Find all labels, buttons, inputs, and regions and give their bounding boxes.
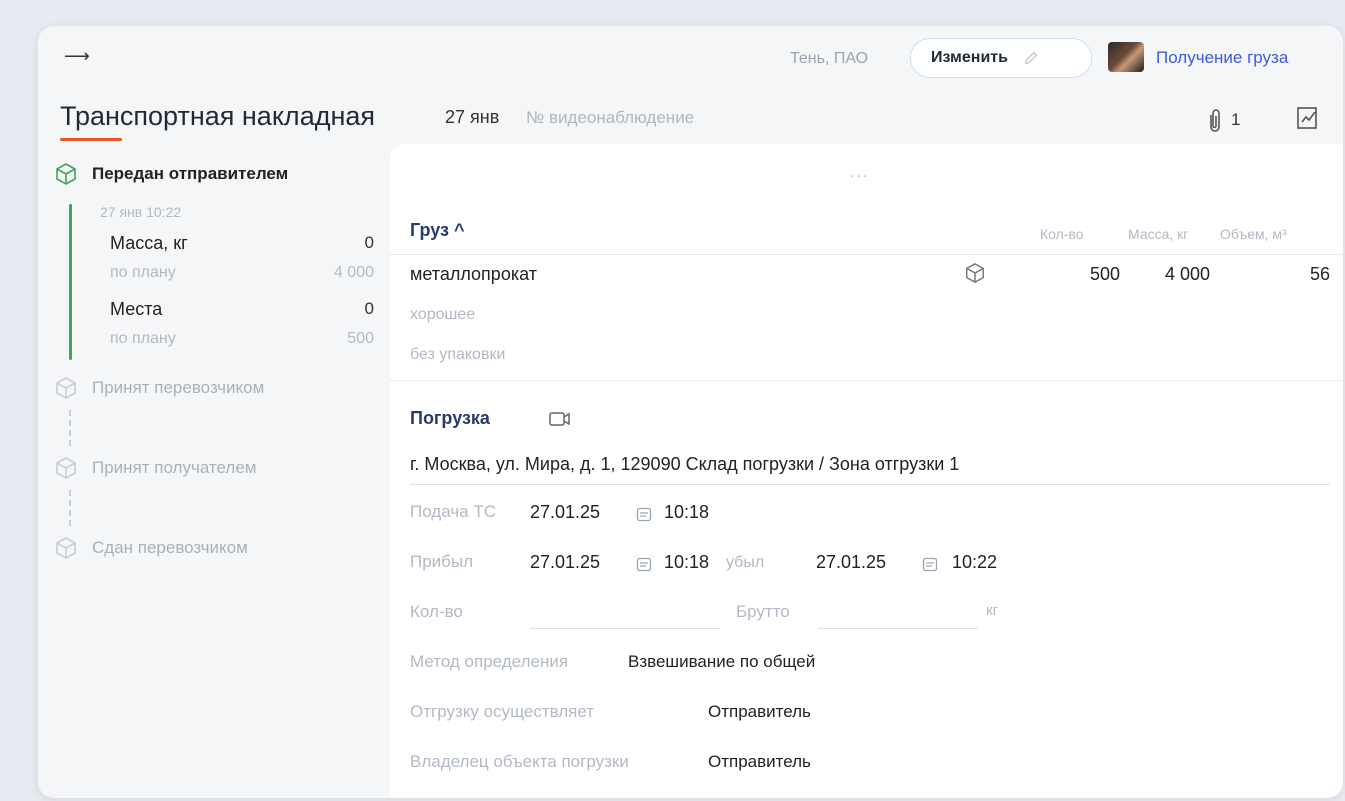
cargo-packaging: без упаковки [410, 346, 506, 363]
mass-label: Масса, кг [110, 233, 188, 253]
gross-unit: кг [986, 602, 999, 619]
receive-cargo-link[interactable]: Получение груза [1156, 48, 1288, 68]
column-header-quantity: Кол-во [1040, 226, 1084, 242]
timeline-datetime: 27 янв 10:22 [100, 204, 182, 220]
box-icon [56, 537, 76, 559]
details-panel: ... Груз ^ Кол-во Масса, кг Объем, м³ ме… [390, 144, 1343, 798]
gross-label: Брутто [736, 602, 790, 621]
places-value: 0 [364, 299, 374, 318]
calendar-icon[interactable] [636, 556, 652, 572]
column-header-mass: Масса, кг [1128, 226, 1189, 242]
timeline-step-sent[interactable]: Передан отправителем [54, 162, 288, 186]
paperclip-icon[interactable] [1206, 108, 1224, 134]
timeline-step-carrier-handed[interactable]: Сдан перевозчиком [54, 536, 248, 560]
document-number-placeholder[interactable]: № видеонаблюдение [526, 108, 694, 128]
cargo-volume: 56 [1309, 264, 1330, 284]
owner-label: Владелец объекта погрузки [410, 752, 629, 771]
user-avatar[interactable] [1108, 42, 1144, 72]
page-title: Транспортная накладная [60, 101, 376, 131]
mass-plan-label: по плану [110, 264, 176, 281]
edit-button[interactable]: Изменить [910, 38, 1092, 78]
waybill-card: ⟶ Тень, ПАО Изменить Получение груза Тра… [38, 26, 1343, 798]
divider [390, 254, 1343, 255]
pencil-icon [1024, 51, 1038, 65]
company-name: Тень, ПАО [790, 50, 869, 67]
cargo-item-name[interactable]: металлопрокат [410, 264, 537, 285]
document-date: 27 янв [445, 107, 500, 127]
shipper-label: Отгрузку осуществляет [410, 702, 595, 721]
title-underline [60, 138, 122, 141]
timeline-step-label: Принят получателем [92, 458, 257, 477]
departed-label: убыл [726, 554, 765, 571]
report-icon[interactable] [1294, 104, 1322, 132]
departed-date[interactable]: 27.01.25 [816, 552, 886, 573]
loading-section-title: Погрузка [410, 408, 490, 428]
method-value[interactable]: Взвешивание по общей [628, 652, 815, 672]
video-camera-icon[interactable] [548, 410, 572, 428]
timeline-step-recipient-accepted[interactable]: Принят получателем [54, 456, 256, 480]
box-icon [56, 377, 76, 399]
gross-input[interactable] [818, 628, 978, 629]
drag-handle-icon[interactable]: ... [850, 164, 869, 182]
edit-button-label: Изменить [931, 49, 1008, 66]
places-label: Места [110, 299, 163, 319]
timeline-step-carrier-accepted[interactable]: Принят перевозчиком [54, 376, 264, 400]
mass-plan-value: 4 000 [333, 264, 374, 281]
vehicle-date[interactable]: 27.01.25 [530, 502, 600, 523]
column-header-volume: Объем, м³ [1220, 226, 1287, 242]
arrived-time[interactable]: 10:18 [664, 552, 709, 573]
address-underline [410, 484, 1330, 485]
mass-value: 0 [364, 233, 374, 252]
cargo-mass: 4 000 [1164, 264, 1210, 284]
cargo-quantity: 500 [1089, 264, 1120, 284]
cargo-condition: хорошее [410, 306, 476, 323]
owner-value[interactable]: Отправитель [708, 752, 811, 772]
quantity-input[interactable] [530, 628, 720, 629]
timeline-step-label: Сдан перевозчиком [92, 538, 248, 557]
method-label: Метод определения [410, 652, 569, 671]
places-plan-value: 500 [347, 330, 374, 347]
timeline-dashed-line [69, 490, 71, 526]
timeline-dashed-line [69, 410, 71, 446]
arrived-label: Прибыл [410, 552, 474, 571]
calendar-icon[interactable] [636, 506, 652, 522]
box-icon [56, 457, 76, 479]
shipper-value[interactable]: Отправитель [708, 702, 811, 722]
places-plan-label: по плану [110, 330, 176, 347]
box-icon[interactable] [964, 262, 986, 284]
vehicle-label: Подача ТС [410, 502, 496, 521]
cargo-section-toggle[interactable]: Груз ^ [410, 220, 465, 241]
calendar-icon[interactable] [922, 556, 938, 572]
loading-address[interactable]: г. Москва, ул. Мира, д. 1, 129090 Склад … [410, 454, 959, 475]
vehicle-time[interactable]: 10:18 [664, 502, 709, 523]
attachments-count: 1 [1231, 110, 1241, 129]
divider [390, 380, 1343, 381]
collapse-arrow-icon[interactable]: ⟶ [64, 46, 90, 67]
arrived-date[interactable]: 27.01.25 [530, 552, 600, 573]
timeline-step-label: Принят перевозчиком [92, 378, 265, 397]
departed-time[interactable]: 10:22 [952, 552, 997, 573]
box-icon [56, 163, 76, 185]
timeline-step-label: Передан отправителем [92, 164, 289, 183]
quantity-label: Кол-во [410, 602, 463, 621]
timeline-progress-line [69, 204, 72, 360]
